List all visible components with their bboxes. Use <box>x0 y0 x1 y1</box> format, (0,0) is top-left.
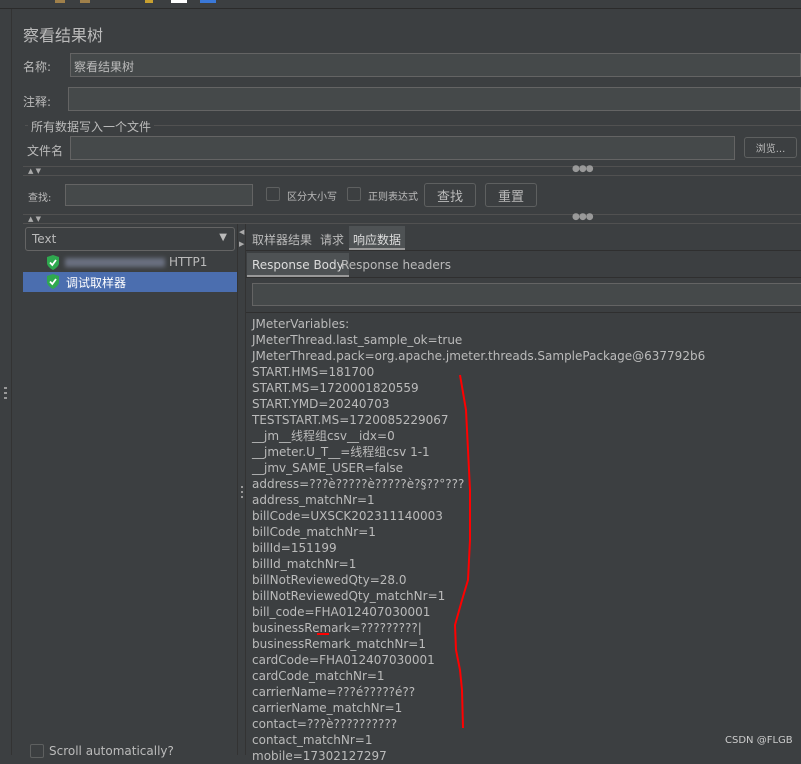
watermark: CSDN @FLGB <box>725 735 793 746</box>
red-annotation-line <box>317 374 471 729</box>
